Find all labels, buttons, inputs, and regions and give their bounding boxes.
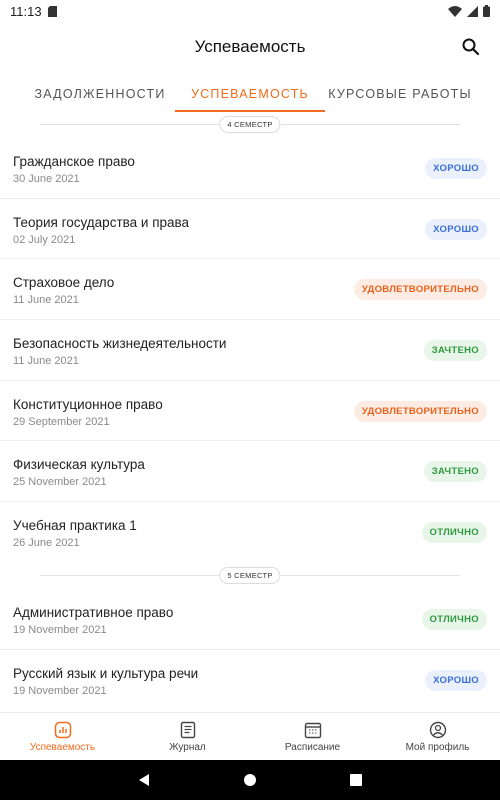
list-item[interactable]: Физическая культура 25 November 2021 ЗАЧ…	[0, 441, 500, 503]
grade-badge: ХОРОШО	[425, 669, 487, 691]
recents-icon[interactable]	[348, 772, 364, 788]
subject-date: 19 November 2021	[13, 623, 107, 636]
list-item[interactable]: Конституционное право 29 September 2021 …	[0, 381, 500, 442]
nav-label: Успеваемость	[29, 741, 96, 753]
bottom-navigation: Успеваемость Журнал Расписание Мой профи…	[0, 712, 500, 760]
wifi-icon	[448, 5, 462, 17]
tab-performance[interactable]: УСПЕВАЕМОСТЬ	[175, 76, 325, 112]
semester-label: 4 СЕМЕСТР	[219, 116, 281, 133]
grade-badge: УДОВЛЕТВОРИТЕЛЬНО	[353, 400, 487, 422]
chart-icon	[54, 721, 71, 738]
app-bar: Успеваемость	[0, 22, 500, 72]
profile-icon	[429, 721, 446, 738]
subject-date: 11 June 2021	[13, 355, 79, 368]
status-time: 11:13	[10, 3, 42, 19]
subject-date: 25 November 2021	[13, 476, 107, 489]
tab-bar: ЗАДОЛЖЕННОСТИ УСПЕВАЕМОСТЬ КУРСОВЫЕ РАБО…	[0, 76, 500, 112]
list-item[interactable]: Административное право 19 November 2021 …	[0, 589, 500, 650]
journal-icon	[180, 721, 195, 738]
signal-icon	[467, 5, 478, 17]
system-navigation-bar	[0, 760, 500, 800]
semester-label: 5 СЕМЕСТР	[219, 566, 281, 584]
status-bar: 11:13	[0, 0, 500, 22]
nav-performance[interactable]: Успеваемость	[0, 713, 125, 760]
subject-name: Конституционное право	[13, 396, 163, 412]
status-indicators	[448, 5, 490, 17]
search-icon	[462, 38, 480, 56]
back-icon[interactable]	[136, 772, 152, 788]
search-button[interactable]	[460, 36, 482, 58]
subject-name: Теория государства и права	[13, 214, 190, 230]
subject-name: Учебная практика 1	[13, 518, 137, 534]
grade-badge: ЗАЧТЕНО	[423, 340, 487, 362]
subject-name: Физическая культура	[13, 457, 145, 473]
tab-coursework[interactable]: КУРСОВЫЕ РАБОТЫ	[325, 76, 475, 112]
list-item[interactable]: Безопасность жизнедеятельности 11 June 2…	[0, 320, 500, 381]
calendar-icon	[304, 722, 321, 738]
list-item[interactable]: Русский язык и культура речи 19 November…	[0, 650, 500, 711]
nav-profile[interactable]: Мой профиль	[375, 713, 500, 760]
grade-badge: ЗАЧТЕНО	[423, 461, 487, 483]
page-title: Успеваемость	[194, 37, 306, 56]
nav-journal[interactable]: Журнал	[125, 713, 250, 760]
semester-divider: 5 СЕМЕСТР	[0, 563, 500, 589]
subject-date: 19 November 2021	[13, 684, 107, 697]
list-item[interactable]: Страховое дело 11 June 2021 УДОВЛЕТВОРИТ…	[0, 259, 500, 321]
grades-list[interactable]: 4 СЕМЕСТР Гражданское право 30 June 2021…	[0, 112, 500, 712]
list-item[interactable]: Теория государства и права 02 July 2021 …	[0, 199, 500, 260]
subject-name: Русский язык и культура речи	[13, 665, 199, 681]
subject-name: Гражданское право	[13, 154, 135, 169]
grade-badge: ОТЛИЧНО	[421, 608, 487, 630]
nav-label: Мой профиль	[405, 741, 470, 753]
list-item[interactable]: Гражданское право 30 June 2021 ХОРОШО	[0, 138, 500, 199]
nav-label: Журнал	[169, 741, 206, 753]
subject-name: Административное право	[13, 604, 174, 620]
nav-schedule[interactable]: Расписание	[250, 713, 375, 760]
subject-date: 11 June 2021	[13, 294, 79, 307]
subject-date: 30 June 2021	[13, 173, 80, 185]
sd-card-icon	[47, 5, 57, 17]
grade-badge: ОТЛИЧНО	[421, 522, 487, 544]
subject-date: 29 September 2021	[13, 415, 110, 428]
nav-label: Расписание	[284, 741, 341, 753]
semester-divider: 4 СЕМЕСТР	[0, 112, 500, 138]
list-item[interactable]: Учебная практика 1 26 June 2021 ОТЛИЧНО	[0, 502, 500, 563]
grade-badge: ХОРОШО	[425, 158, 487, 179]
subject-date: 26 June 2021	[13, 537, 80, 550]
battery-icon	[483, 5, 490, 17]
tab-debts[interactable]: ЗАДОЛЖЕННОСТИ	[25, 76, 175, 112]
grade-badge: УДОВЛЕТВОРИТЕЛЬНО	[353, 279, 487, 301]
subject-date: 02 July 2021	[13, 233, 76, 246]
subject-name: Безопасность жизнедеятельности	[13, 336, 227, 352]
subject-name: Страховое дело	[13, 275, 115, 291]
home-icon[interactable]	[242, 772, 258, 788]
grade-badge: ХОРОШО	[425, 218, 487, 240]
